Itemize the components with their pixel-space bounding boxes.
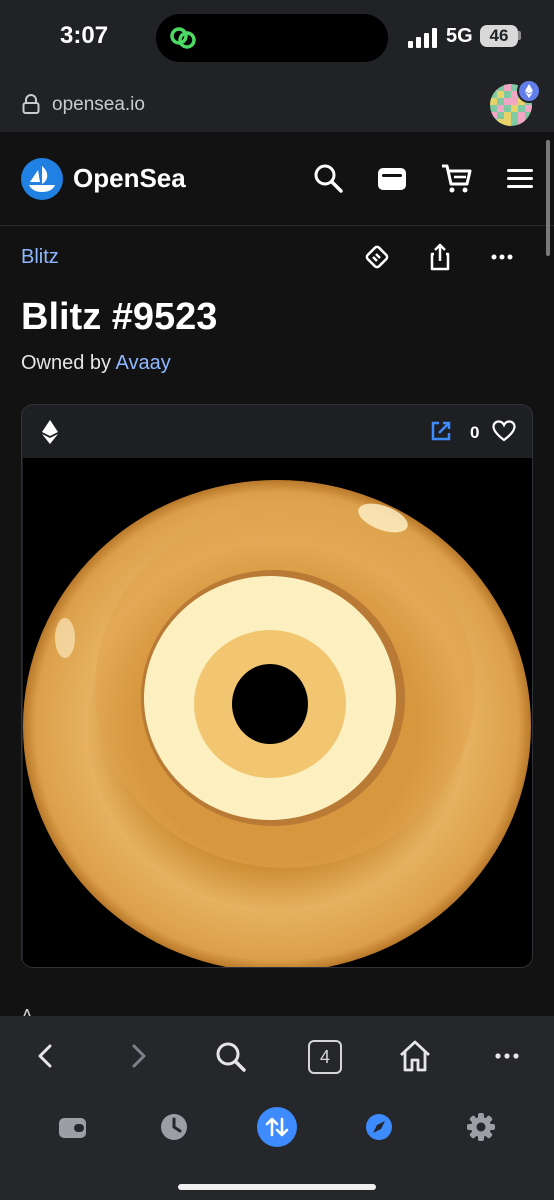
- favorite-count: 0: [470, 423, 480, 442]
- browser-tab-icon[interactable]: [359, 1107, 399, 1147]
- wallet-icon[interactable]: [376, 162, 408, 194]
- search-icon[interactable]: [212, 1038, 248, 1074]
- cart-icon[interactable]: [440, 162, 472, 194]
- nft-image[interactable]: [23, 458, 532, 967]
- tabs-button[interactable]: 4: [308, 1040, 342, 1074]
- url-text[interactable]: opensea.io: [52, 94, 145, 116]
- wallet-tab-icon[interactable]: [52, 1107, 92, 1147]
- opensea-logo-icon[interactable]: [21, 158, 63, 200]
- card-header: 0: [22, 405, 532, 457]
- collection-link[interactable]: Blitz: [21, 246, 59, 269]
- make-offer-icon[interactable]: [362, 242, 392, 272]
- battery-icon: [518, 31, 521, 40]
- history-tab-icon[interactable]: [154, 1107, 194, 1147]
- asset-title: Blitz #9523: [21, 296, 218, 338]
- status-time: 3:07: [60, 22, 109, 49]
- ethereum-icon: [40, 419, 60, 445]
- forward-icon[interactable]: [120, 1038, 156, 1074]
- owner-link[interactable]: Avaay: [116, 352, 171, 374]
- back-icon[interactable]: [28, 1038, 64, 1074]
- opensea-brand[interactable]: OpenSea: [73, 163, 186, 194]
- menu-icon[interactable]: [504, 162, 536, 194]
- ethereum-badge-icon: [517, 79, 541, 103]
- owned-by-label: Owned by: [21, 352, 116, 374]
- settings-tab-icon[interactable]: [461, 1107, 501, 1147]
- page-scrollbar[interactable]: [546, 140, 550, 256]
- network-type: 5G: [446, 25, 473, 47]
- share-icon[interactable]: [425, 242, 455, 272]
- open-external-icon[interactable]: [430, 420, 452, 442]
- more-options-icon[interactable]: [487, 242, 517, 272]
- asset-card: 0: [21, 404, 533, 968]
- owned-by: Owned by Avaay: [21, 352, 171, 375]
- heart-icon[interactable]: [492, 420, 516, 442]
- home-icon[interactable]: [397, 1038, 433, 1074]
- lock-icon: [22, 94, 40, 114]
- cellular-signal-icon: [408, 28, 438, 48]
- swap-tab-icon[interactable]: [257, 1107, 297, 1147]
- link-icon: [168, 25, 198, 51]
- search-icon[interactable]: [312, 162, 344, 194]
- home-indicator: [178, 1184, 376, 1190]
- more-icon[interactable]: [489, 1038, 525, 1074]
- battery-level: 46: [480, 25, 518, 47]
